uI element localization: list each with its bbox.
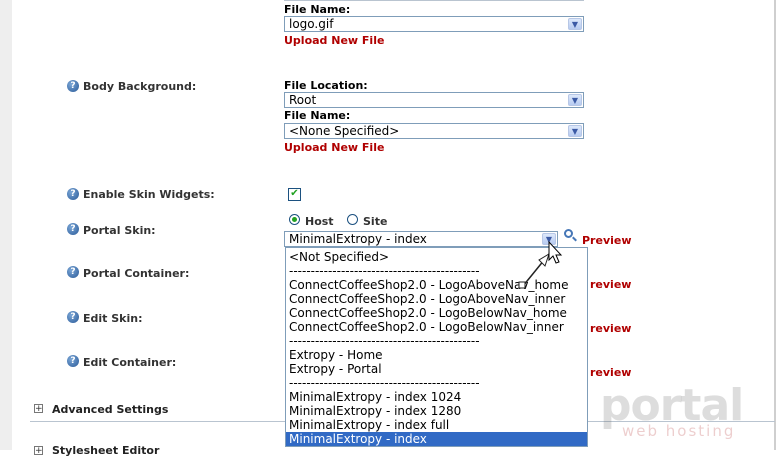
body-background-label: Body Background:	[83, 80, 197, 93]
expand-icon[interactable]: +	[34, 446, 43, 456]
file-location-label: File Location:	[284, 79, 368, 92]
chevron-down-icon[interactable]: ▼	[568, 125, 582, 137]
help-icon[interactable]: ?	[67, 80, 79, 92]
chevron-down-icon[interactable]: ▼	[568, 94, 582, 106]
magnifier-icon[interactable]	[564, 229, 573, 238]
help-icon[interactable]: ?	[67, 266, 79, 278]
dropdown-option[interactable]: MinimalExtropy - index 1280	[289, 404, 461, 418]
dropdown-option[interactable]: MinimalExtropy - index 1024	[289, 390, 461, 404]
upload-new-file-link[interactable]: Upload New File	[284, 141, 384, 154]
host-radio[interactable]	[289, 214, 300, 225]
host-radio-label: Host	[305, 215, 334, 228]
file-location-select-value: Root	[289, 93, 317, 107]
upload-new-file-link[interactable]: Upload New File	[284, 34, 384, 47]
dropdown-separator[interactable]: ----------------------------------------…	[289, 264, 480, 278]
edit-container-label: Edit Container:	[83, 356, 177, 369]
file-name-select-value: logo.gif	[289, 17, 334, 31]
chevron-down-icon[interactable]: ▼	[568, 18, 582, 30]
dropdown-option[interactable]: MinimalExtropy - index full	[289, 418, 449, 432]
portal-container-label: Portal Container:	[83, 267, 190, 280]
dropdown-option[interactable]: Extropy - Home	[289, 348, 383, 362]
dropdown-separator[interactable]: ----------------------------------------…	[289, 334, 480, 348]
watermark-subtitle: web hosting	[622, 422, 736, 440]
site-radio-label: Site	[363, 215, 388, 228]
help-icon[interactable]: ?	[67, 223, 79, 235]
left-gutter	[0, 0, 12, 450]
dropdown-option[interactable]: Extropy - Portal	[289, 362, 382, 376]
help-icon[interactable]: ?	[67, 355, 79, 367]
dropdown-separator[interactable]: ----------------------------------------…	[289, 376, 480, 390]
portal-skin-select-value: MinimalExtropy - index	[289, 232, 427, 246]
portal-skin-preview-link[interactable]: Preview	[582, 234, 632, 247]
file-name-select[interactable]: logo.gif ▼	[284, 16, 584, 32]
file-location-select[interactable]: Root ▼	[284, 92, 584, 108]
dropdown-option[interactable]: <Not Specified>	[289, 250, 389, 264]
expand-icon[interactable]: +	[34, 404, 43, 414]
edit-skin-preview-link[interactable]: review	[590, 322, 631, 335]
body-file-name-select-value: <None Specified>	[289, 124, 400, 138]
edit-skin-label: Edit Skin:	[83, 312, 143, 325]
enable-skin-widgets-checkbox[interactable]: ✔	[288, 188, 301, 201]
dropdown-option[interactable]: ConnectCoffeeShop2.0 - LogoBelowNav_home	[289, 306, 567, 320]
stylesheet-editor-header[interactable]: Stylesheet Editor	[52, 444, 159, 457]
help-icon[interactable]: ?	[67, 188, 79, 200]
enable-skin-widgets-label: Enable Skin Widgets:	[83, 188, 215, 201]
edit-container-preview-link[interactable]: review	[590, 366, 631, 379]
body-file-name-select[interactable]: <None Specified> ▼	[284, 123, 584, 139]
section-top-border	[284, 0, 584, 1]
file-name-label: File Name:	[284, 3, 351, 16]
dropdown-option-selected[interactable]: MinimalExtropy - index	[286, 432, 587, 446]
dropdown-option[interactable]: ConnectCoffeeShop2.0 - LogoAboveNav_inne…	[289, 292, 565, 306]
file-name-label: File Name:	[284, 109, 351, 122]
dropdown-option[interactable]: ConnectCoffeeShop2.0 - LogoBelowNav_inne…	[289, 320, 564, 334]
cursor-arrow-icon	[518, 240, 563, 289]
portal-container-preview-link[interactable]: review	[590, 278, 631, 291]
portal-skin-label: Portal Skin:	[83, 224, 156, 237]
site-radio[interactable]	[347, 214, 358, 225]
advanced-settings-header[interactable]: Advanced Settings	[52, 403, 168, 416]
help-icon[interactable]: ?	[67, 311, 79, 323]
